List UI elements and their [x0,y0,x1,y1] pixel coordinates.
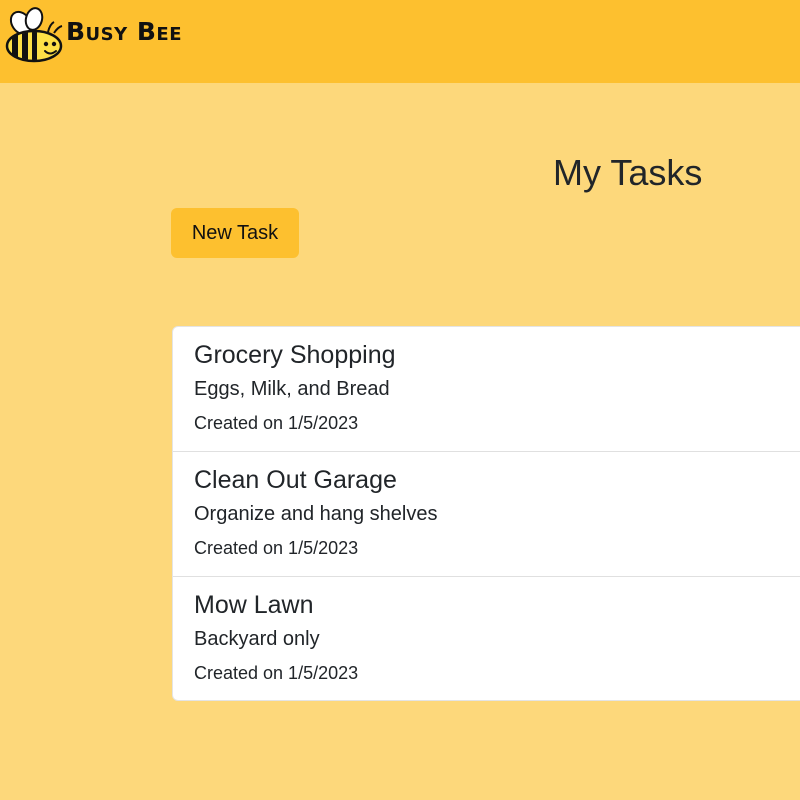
task-title: Mow Lawn [194,591,314,619]
task-description: Backyard only [194,628,320,650]
task-item-clean-out-garage[interactable]: Clean Out Garage Organize and hang shelv… [173,452,800,577]
task-description: Organize and hang shelves [194,503,438,525]
bee-icon[interactable] [4,6,64,66]
task-item-mow-lawn[interactable]: Mow Lawn Backyard only Created on 1/5/20… [173,577,800,700]
task-title: Clean Out Garage [194,466,397,494]
task-description: Eggs, Milk, and Bread [194,378,390,400]
page-title: My Tasks [553,152,703,193]
task-created-date: Created on 1/5/2023 [194,413,359,433]
new-task-button[interactable]: New Task [171,208,299,258]
task-created-date: Created on 1/5/2023 [194,538,359,558]
task-item-grocery-shopping[interactable]: Grocery Shopping Eggs, Milk, and Bread C… [173,327,800,452]
task-title: Grocery Shopping [194,341,396,369]
brand-name[interactable]: Busy Bee [66,17,182,46]
navbar: Busy Bee [0,0,800,83]
task-list: Grocery Shopping Eggs, Milk, and Bread C… [172,326,800,701]
task-created-date: Created on 1/5/2023 [194,663,359,683]
